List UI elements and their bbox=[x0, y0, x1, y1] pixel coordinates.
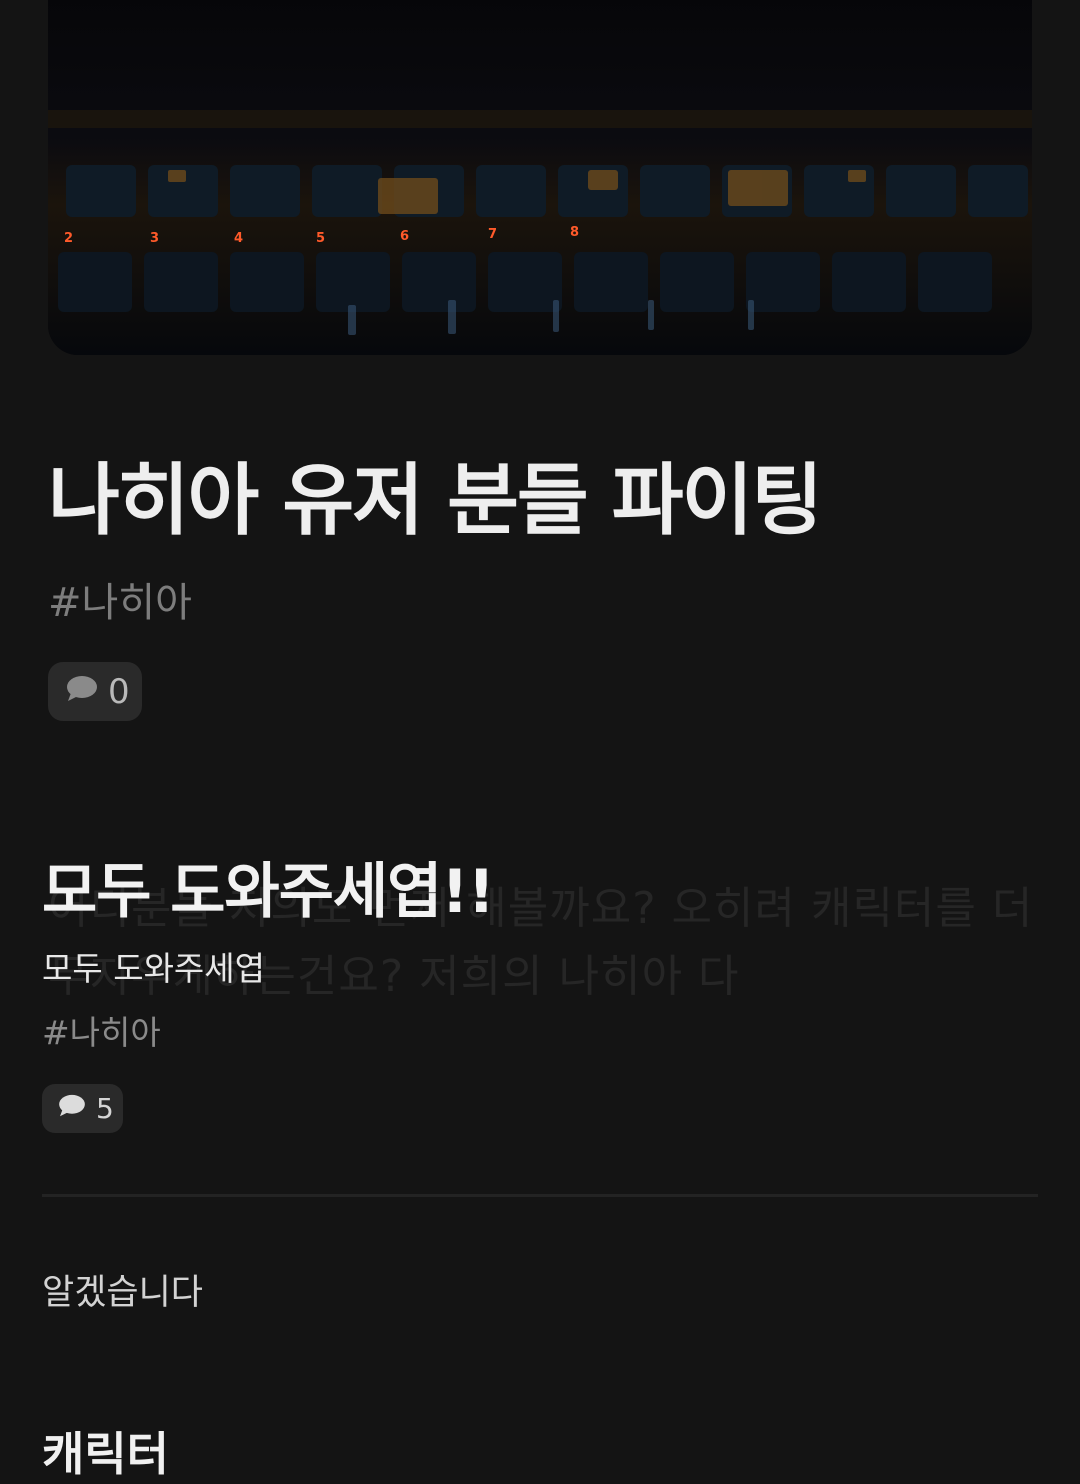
post-tag[interactable]: #나히아 bbox=[48, 570, 192, 628]
comment-icon bbox=[66, 672, 108, 712]
keycap-label: 3 bbox=[150, 231, 159, 246]
comment-count-badge[interactable]: 0 bbox=[48, 662, 142, 721]
comment-count: 0 bbox=[108, 671, 130, 712]
keycap-label: 6 bbox=[400, 229, 409, 244]
comment-count: 5 bbox=[96, 1092, 114, 1125]
keycap-label: 8 bbox=[570, 225, 579, 240]
comment-icon bbox=[58, 1092, 96, 1125]
keycap-label: 5 bbox=[316, 231, 325, 246]
reply-text[interactable]: 알겠습니다 bbox=[42, 1264, 203, 1315]
post-title[interactable]: 모두 도와주세엽!! bbox=[42, 843, 495, 930]
divider bbox=[42, 1194, 1038, 1197]
post-body[interactable]: 모두 도와주세엽 bbox=[42, 942, 265, 990]
keycap-label: 7 bbox=[488, 227, 497, 242]
comment-count-badge[interactable]: 5 bbox=[42, 1084, 123, 1133]
post-image-keyboard[interactable]: 2 3 4 5 6 7 8 R bbox=[48, 0, 1032, 355]
keycap-label: 4 bbox=[234, 231, 243, 246]
post-title[interactable]: 나히아 유저 분들 파이팅 bbox=[48, 438, 823, 550]
post-title[interactable]: 캐릭터 bbox=[42, 1418, 169, 1484]
post-tag[interactable]: #나히아 bbox=[42, 1006, 161, 1054]
keycap-label: 2 bbox=[64, 231, 73, 246]
